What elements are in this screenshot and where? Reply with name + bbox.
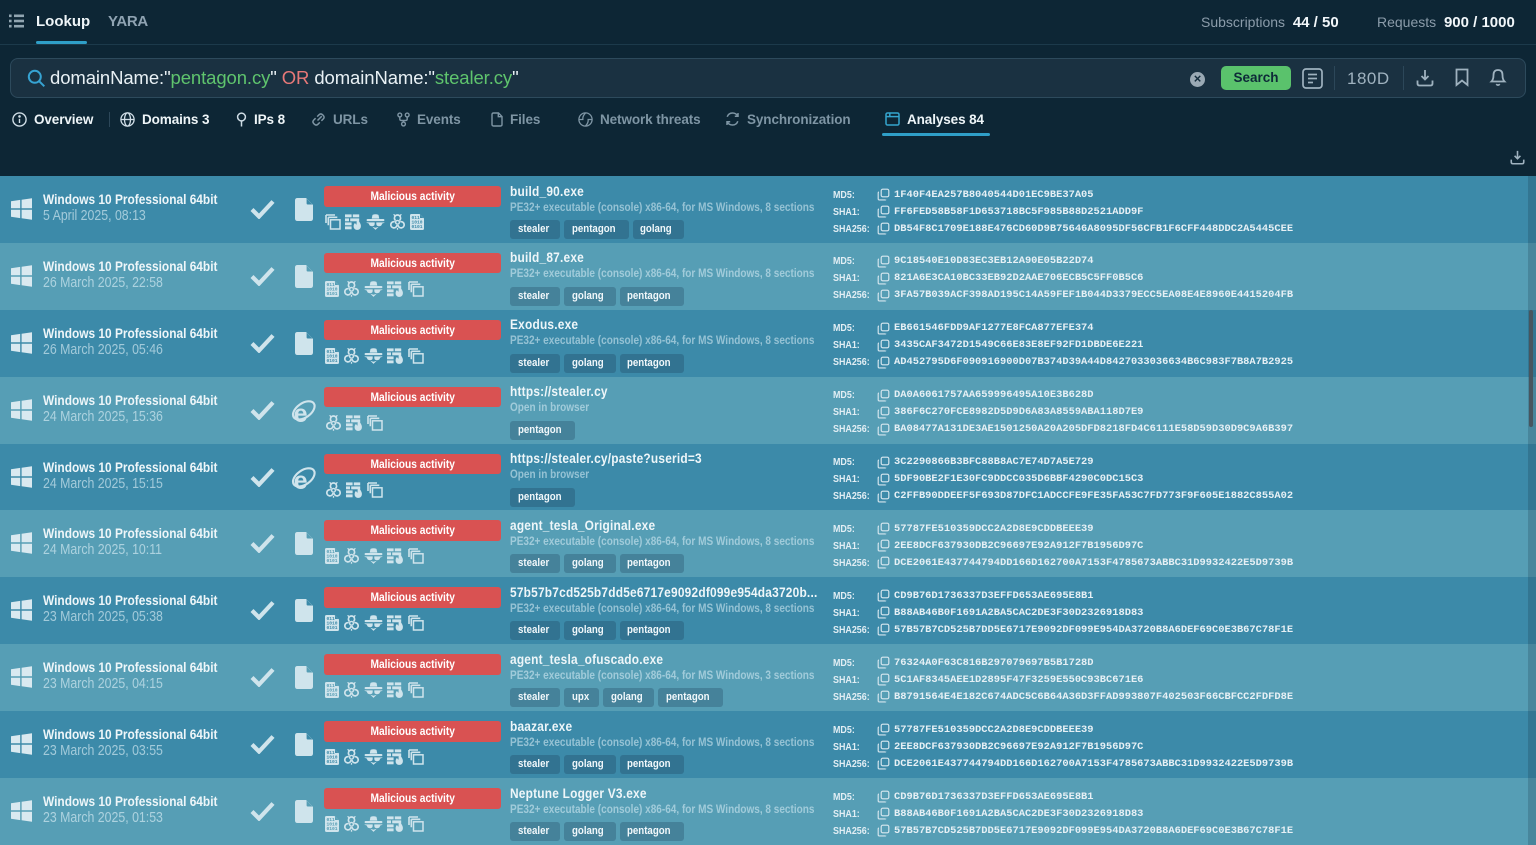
svg-text:0101: 0101 xyxy=(327,559,338,565)
svg-text:0101: 0101 xyxy=(412,224,423,230)
svg-text:0101: 0101 xyxy=(327,626,338,632)
svg-text:0101: 0101 xyxy=(327,358,338,364)
svg-text:0101: 0101 xyxy=(327,759,338,765)
svg-text:0101: 0101 xyxy=(327,826,338,832)
svg-text:0101: 0101 xyxy=(327,692,338,698)
svg-text:0101: 0101 xyxy=(327,291,338,297)
